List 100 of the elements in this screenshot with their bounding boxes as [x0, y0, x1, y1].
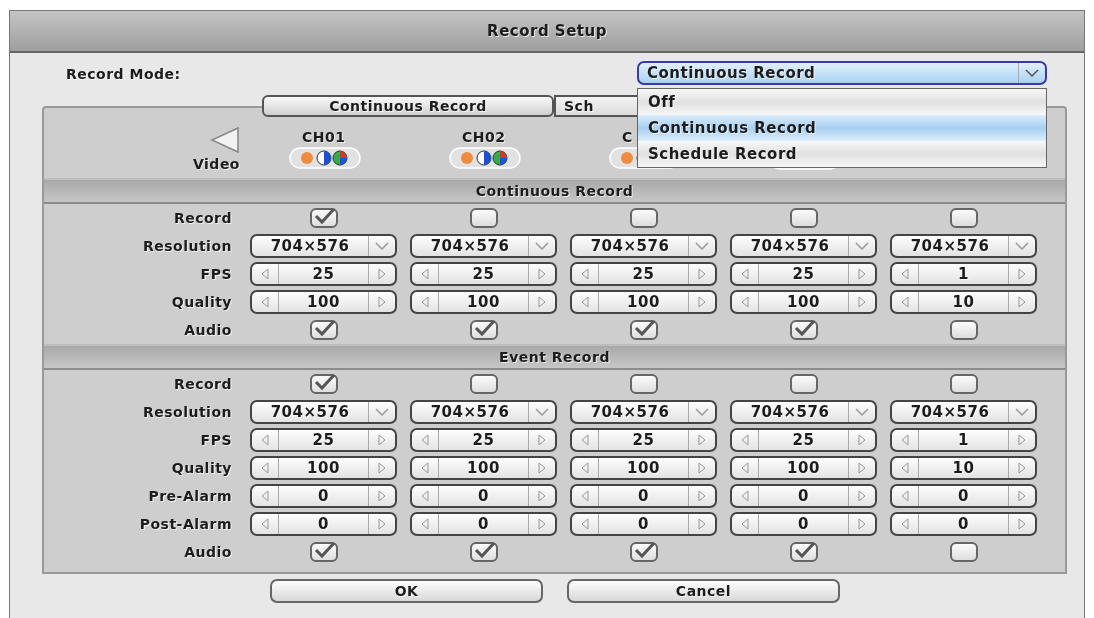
dropdown-option[interactable]: Schedule Record — [638, 141, 1046, 167]
left-arrow-icon — [740, 462, 750, 474]
left-arrow-icon — [260, 490, 270, 502]
resolution-dropdown[interactable]: 704×576 — [890, 234, 1037, 258]
value-spinner[interactable]: 10 — [890, 290, 1037, 314]
checkbox[interactable] — [469, 374, 498, 394]
right-arrow-icon — [857, 434, 867, 446]
value-spinner[interactable]: 0 — [570, 484, 717, 508]
caret-icon — [855, 408, 869, 416]
checkbox[interactable] — [469, 320, 498, 340]
value-spinner[interactable]: 25 — [570, 428, 717, 452]
row-label: Resolution — [142, 404, 233, 420]
row-label: Record — [173, 376, 233, 392]
value-spinner[interactable]: 0 — [730, 512, 877, 536]
left-arrow-icon — [740, 268, 750, 280]
value-spinner[interactable]: 10 — [890, 456, 1037, 480]
checkbox[interactable] — [469, 542, 498, 562]
resolution-dropdown[interactable]: 704×576 — [410, 234, 557, 258]
right-arrow-icon — [857, 462, 867, 474]
dropdown-option[interactable]: Continuous Record — [638, 115, 1046, 141]
checkbox[interactable] — [629, 320, 658, 340]
resolution-dropdown[interactable]: 704×576 — [730, 400, 877, 424]
left-arrow-icon — [580, 296, 590, 308]
checkbox[interactable] — [949, 208, 978, 228]
resolution-dropdown[interactable]: 704×576 — [730, 234, 877, 258]
right-arrow-icon — [697, 462, 707, 474]
value-spinner[interactable]: 25 — [730, 262, 877, 286]
right-arrow-icon — [1017, 434, 1027, 446]
checkbox[interactable] — [789, 320, 818, 340]
left-arrow-icon — [420, 434, 430, 446]
value-spinner[interactable]: 0 — [410, 484, 557, 508]
value-spinner[interactable]: 25 — [570, 262, 717, 286]
checkbox[interactable] — [949, 374, 978, 394]
tab[interactable]: Continuous Record — [262, 95, 554, 117]
ok-button[interactable]: OK — [270, 579, 543, 603]
right-arrow-icon — [377, 268, 387, 280]
checkbox[interactable] — [309, 320, 338, 340]
right-arrow-icon — [697, 434, 707, 446]
checkbox[interactable] — [469, 208, 498, 228]
dropdown-option[interactable]: Off — [638, 89, 1046, 115]
checkbox[interactable] — [629, 542, 658, 562]
resolution-dropdown[interactable]: 704×576 — [570, 400, 717, 424]
checkbox[interactable] — [309, 208, 338, 228]
checkbox[interactable] — [789, 542, 818, 562]
resolution-dropdown[interactable]: 704×576 — [250, 400, 397, 424]
checkbox[interactable] — [629, 374, 658, 394]
value-spinner[interactable]: 0 — [890, 512, 1037, 536]
value-spinner[interactable]: 100 — [410, 456, 557, 480]
right-arrow-icon — [697, 518, 707, 530]
value-spinner[interactable]: 0 — [890, 484, 1037, 508]
left-arrow-icon — [260, 434, 270, 446]
value-spinner[interactable]: 25 — [410, 262, 557, 286]
value-spinner[interactable]: 25 — [730, 428, 877, 452]
caret-icon — [855, 242, 869, 250]
value-spinner[interactable]: 1 — [890, 262, 1037, 286]
value-spinner[interactable]: 0 — [570, 512, 717, 536]
value-spinner[interactable]: 100 — [570, 456, 717, 480]
resolution-dropdown[interactable]: 704×576 — [570, 234, 717, 258]
checkbox[interactable] — [949, 542, 978, 562]
checkbox[interactable] — [309, 542, 338, 562]
value-spinner[interactable]: 100 — [250, 456, 397, 480]
left-arrow-icon — [580, 518, 590, 530]
row-label: FPS — [200, 432, 233, 448]
value-spinner[interactable]: 100 — [250, 290, 397, 314]
value-spinner[interactable]: 25 — [410, 428, 557, 452]
cancel-button[interactable]: Cancel — [567, 579, 840, 603]
resolution-dropdown[interactable]: 704×576 — [890, 400, 1037, 424]
value-spinner[interactable]: 0 — [250, 512, 397, 536]
caret-icon — [1025, 69, 1039, 77]
value-spinner[interactable]: 0 — [250, 484, 397, 508]
value-spinner[interactable]: 100 — [730, 456, 877, 480]
left-arrow-icon — [740, 296, 750, 308]
right-arrow-icon — [857, 296, 867, 308]
previous-page-icon[interactable] — [208, 126, 240, 154]
checkbox[interactable] — [949, 320, 978, 340]
left-arrow-icon — [420, 296, 430, 308]
value-spinner[interactable]: 100 — [730, 290, 877, 314]
checkbox[interactable] — [789, 208, 818, 228]
row-label: FPS — [200, 266, 233, 282]
caret-icon — [1015, 242, 1029, 250]
resolution-dropdown[interactable]: 704×576 — [410, 400, 557, 424]
caret-icon — [535, 242, 549, 250]
value-spinner[interactable]: 25 — [250, 428, 397, 452]
left-arrow-icon — [740, 518, 750, 530]
checkbox[interactable] — [629, 208, 658, 228]
left-arrow-icon — [260, 268, 270, 280]
resolution-dropdown[interactable]: 704×576 — [250, 234, 397, 258]
checkbox[interactable] — [309, 374, 338, 394]
value-spinner[interactable]: 0 — [730, 484, 877, 508]
value-spinner[interactable]: 25 — [250, 262, 397, 286]
value-spinner[interactable]: 100 — [410, 290, 557, 314]
left-arrow-icon — [740, 490, 750, 502]
caret-icon — [695, 242, 709, 250]
right-arrow-icon — [537, 462, 547, 474]
value-spinner[interactable]: 100 — [570, 290, 717, 314]
value-spinner[interactable]: 0 — [410, 512, 557, 536]
value-spinner[interactable]: 1 — [890, 428, 1037, 452]
left-arrow-icon — [900, 490, 910, 502]
record-mode-dropdown[interactable]: Continuous Record — [637, 61, 1047, 85]
checkbox[interactable] — [789, 374, 818, 394]
